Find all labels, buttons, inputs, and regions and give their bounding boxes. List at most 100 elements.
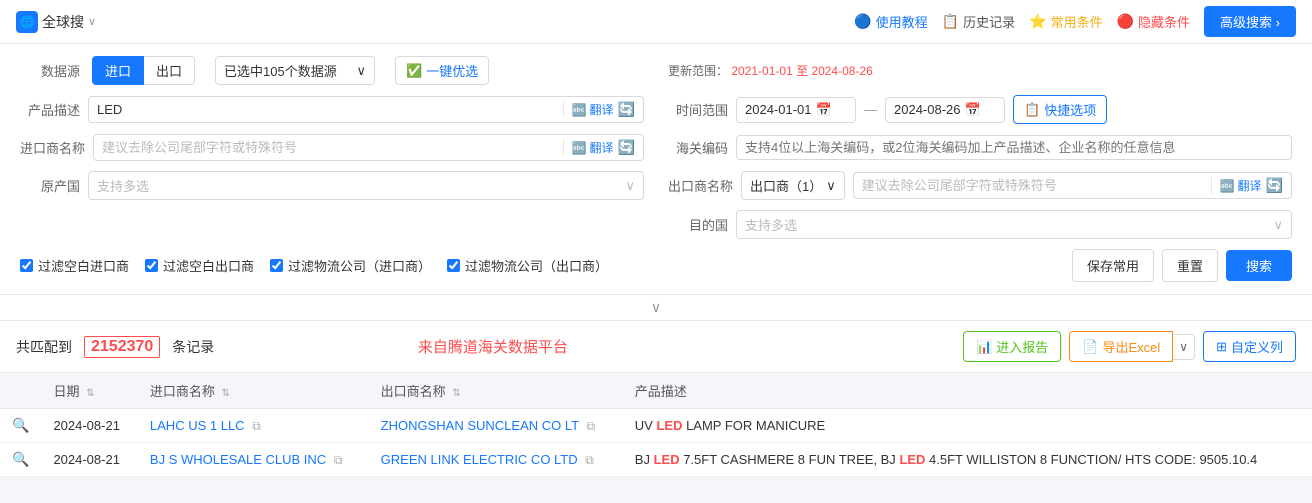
top-right: 🔵 使用教程 📋 历史记录 ⭐ 常用条件 🔴 隐藏条件 高级搜索 › [854, 6, 1296, 37]
save-button[interactable]: 保存常用 [1072, 249, 1154, 282]
importer-translate-btn[interactable]: 🔤 翻译 [563, 139, 614, 156]
filter-import-label: 过滤空白进口商 [38, 256, 129, 275]
row1-exporter: ZHONGSHAN SUNCLEAN CO LT ⧉ [369, 409, 623, 443]
importer-sync-icon[interactable]: 🔄 [618, 139, 635, 156]
time-range-row: 更新范围： 2021-01-01 至 2024-08-26 [668, 62, 1292, 79]
row1-search-icon[interactable]: 🔍 [0, 409, 41, 443]
table-wrap: 日期 ⇅ 进口商名称 ⇅ 出口商名称 ⇅ 产品描述 🔍 2 [0, 373, 1312, 477]
reset-button[interactable]: 重置 [1162, 249, 1218, 282]
exporter-translate-btn[interactable]: 🔤 翻译 [1211, 177, 1262, 194]
origin-label: 原产国 [20, 176, 80, 195]
sort-date-icon[interactable]: ⇅ [86, 388, 94, 399]
search-button[interactable]: 搜索 [1226, 250, 1292, 281]
table-row: 🔍 2024-08-21 BJ S WHOLESALE CLUB INC ⧉ G… [0, 443, 1312, 477]
advanced-search-label: 高级搜索 › [1220, 12, 1280, 31]
dropdown-arrow-icon[interactable]: ∨ [88, 15, 96, 28]
th-product: 产品描述 [623, 373, 1312, 409]
filter-logistics-export-label: 过滤物流公司（出口商） [465, 256, 608, 275]
row2-exporter: GREEN LINK ELECTRIC CO LTD ⧉ [369, 443, 623, 477]
calendar-end-icon: 📅 [965, 102, 981, 118]
row1-exporter-copy-icon[interactable]: ⧉ [586, 419, 595, 433]
datasource-select[interactable]: 已选中105个数据源 ∨ [215, 56, 375, 85]
platform-text: 来自腾道海关数据平台 [418, 336, 568, 357]
reset-label: 重置 [1177, 259, 1203, 274]
row2-importer-copy-icon[interactable]: ⧉ [334, 453, 343, 467]
importer-input[interactable] [102, 140, 559, 155]
product-row: 产品描述 🔤 翻译 🔄 [20, 96, 644, 123]
filter-logistics-import-label: 过滤物流公司（进口商） [288, 256, 431, 275]
export-dropdown-arrow[interactable]: ∨ [1173, 334, 1195, 360]
filter-logistics-export-checkbox[interactable]: 过滤物流公司（出口商） [447, 256, 608, 275]
exporter-type-select[interactable]: 出口商（1） ∨ [741, 171, 845, 200]
filter-logistics-import-checkbox[interactable]: 过滤物流公司（进口商） [270, 256, 431, 275]
filter-export-label: 过滤空白出口商 [163, 256, 254, 275]
exporter-chevron-icon: ∨ [826, 178, 836, 194]
hscode-input[interactable] [736, 135, 1292, 160]
origin-chevron-icon: ∨ [625, 178, 635, 194]
export-excel-button[interactable]: 📄 导出Excel [1069, 331, 1173, 362]
history-icon: 📋 [942, 13, 959, 30]
row2-product-text1: BJ [635, 452, 654, 467]
result-bar: 共匹配到 2152370 条记录 来自腾道海关数据平台 📊 进入报告 📄 导出E… [0, 321, 1312, 373]
save-label: 保存常用 [1087, 259, 1139, 274]
row2-exporter-link[interactable]: GREEN LINK ELECTRIC CO LTD [381, 452, 578, 467]
row2-search-icon[interactable]: 🔍 [0, 443, 41, 477]
hide-conditions-link[interactable]: 🔴 隐藏条件 [1117, 12, 1190, 31]
filter-export-checkbox[interactable]: 过滤空白出口商 [145, 256, 254, 275]
collapse-row[interactable]: ∨ [0, 295, 1312, 321]
custom-column-button[interactable]: ⊞ 自定义列 [1203, 331, 1296, 362]
results-table: 日期 ⇅ 进口商名称 ⇅ 出口商名称 ⇅ 产品描述 🔍 2 [0, 373, 1312, 477]
quick-select-button[interactable]: 📋 快捷选项 [1013, 95, 1107, 124]
sync-icon[interactable]: 🔄 [618, 101, 635, 118]
translate-button[interactable]: 🔤 翻译 [563, 101, 614, 118]
origin-placeholder: 支持多选 [97, 176, 149, 195]
date-end-input[interactable]: 2024-08-26 📅 [885, 97, 1005, 123]
importer-row: 进口商名称 🔤 翻译 🔄 [20, 134, 644, 161]
custom-col-label: 自定义列 [1231, 337, 1283, 356]
export-tab[interactable]: 出口 [144, 56, 195, 85]
row1-product: UV LED LAMP FOR MANICURE [623, 409, 1312, 443]
translate-icon: 🔤 [572, 103, 587, 117]
row2-importer-link[interactable]: BJ S WHOLESALE CLUB INC [150, 452, 326, 467]
time-range-label: 时间范围 [668, 100, 728, 119]
row2-product-text2: 7.5FT CASHMERE 8 FUN TREE, BJ [680, 452, 900, 467]
time-range-inputs: 时间范围 2024-01-01 📅 — 2024-08-26 📅 📋 快捷选项 [668, 95, 1292, 124]
sort-importer-icon[interactable]: ⇅ [222, 388, 230, 399]
row1-importer-link[interactable]: LAHC US 1 LLC [150, 418, 245, 433]
quick-select-icon: 📋 [1024, 102, 1040, 118]
date-end-value: 2024-08-26 [894, 102, 961, 117]
one-key-btn[interactable]: ✅ 一键优选 [395, 56, 489, 85]
row1-importer-copy-icon[interactable]: ⧉ [252, 419, 261, 433]
history-link[interactable]: 📋 历史记录 [942, 12, 1015, 31]
date-start-input[interactable]: 2024-01-01 📅 [736, 97, 856, 123]
importer-input-wrap: 🔤 翻译 🔄 [93, 134, 644, 161]
dest-chevron-icon: ∨ [1273, 217, 1283, 233]
origin-select[interactable]: 支持多选 ∨ [88, 171, 644, 200]
checkmark-icon: ✅ [406, 63, 422, 79]
checkbox-row: 过滤空白进口商 过滤空白出口商 过滤物流公司（进口商） 过滤物流公司（出口商） [20, 256, 608, 275]
enter-report-button[interactable]: 📊 进入报告 [963, 331, 1061, 362]
global-search-label: 全球搜 [42, 12, 84, 32]
tutorial-label: 使用教程 [876, 12, 928, 31]
sort-exporter-icon[interactable]: ⇅ [452, 388, 460, 399]
row1-date: 2024-08-21 [41, 409, 137, 443]
advanced-search-button[interactable]: 高级搜索 › [1204, 6, 1296, 37]
row1-exporter-link[interactable]: ZHONGSHAN SUNCLEAN CO LT [381, 418, 579, 433]
exporter-sync-icon[interactable]: 🔄 [1266, 177, 1283, 194]
import-tab[interactable]: 进口 [92, 56, 144, 85]
excel-icon: 📄 [1082, 339, 1098, 355]
datasource-select-value: 已选中105个数据源 [224, 61, 337, 80]
filter-import-checkbox[interactable]: 过滤空白进口商 [20, 256, 129, 275]
enter-report-label: 进入报告 [996, 337, 1048, 356]
product-input[interactable] [97, 102, 559, 117]
table-header-row: 日期 ⇅ 进口商名称 ⇅ 出口商名称 ⇅ 产品描述 [0, 373, 1312, 409]
row1-product-text2: LAMP FOR MANICURE [682, 418, 825, 433]
dropdown-chevron-icon: ∨ [357, 63, 367, 79]
row2-exporter-copy-icon[interactable]: ⧉ [585, 453, 594, 467]
exporter-input[interactable] [862, 178, 1207, 193]
dest-select[interactable]: 支持多选 ∨ [736, 210, 1292, 239]
common-conditions-link[interactable]: ⭐ 常用条件 [1029, 12, 1102, 31]
th-importer: 进口商名称 ⇅ [138, 373, 369, 409]
tutorial-link[interactable]: 🔵 使用教程 [854, 12, 927, 31]
row1-importer: LAHC US 1 LLC ⧉ [138, 409, 369, 443]
